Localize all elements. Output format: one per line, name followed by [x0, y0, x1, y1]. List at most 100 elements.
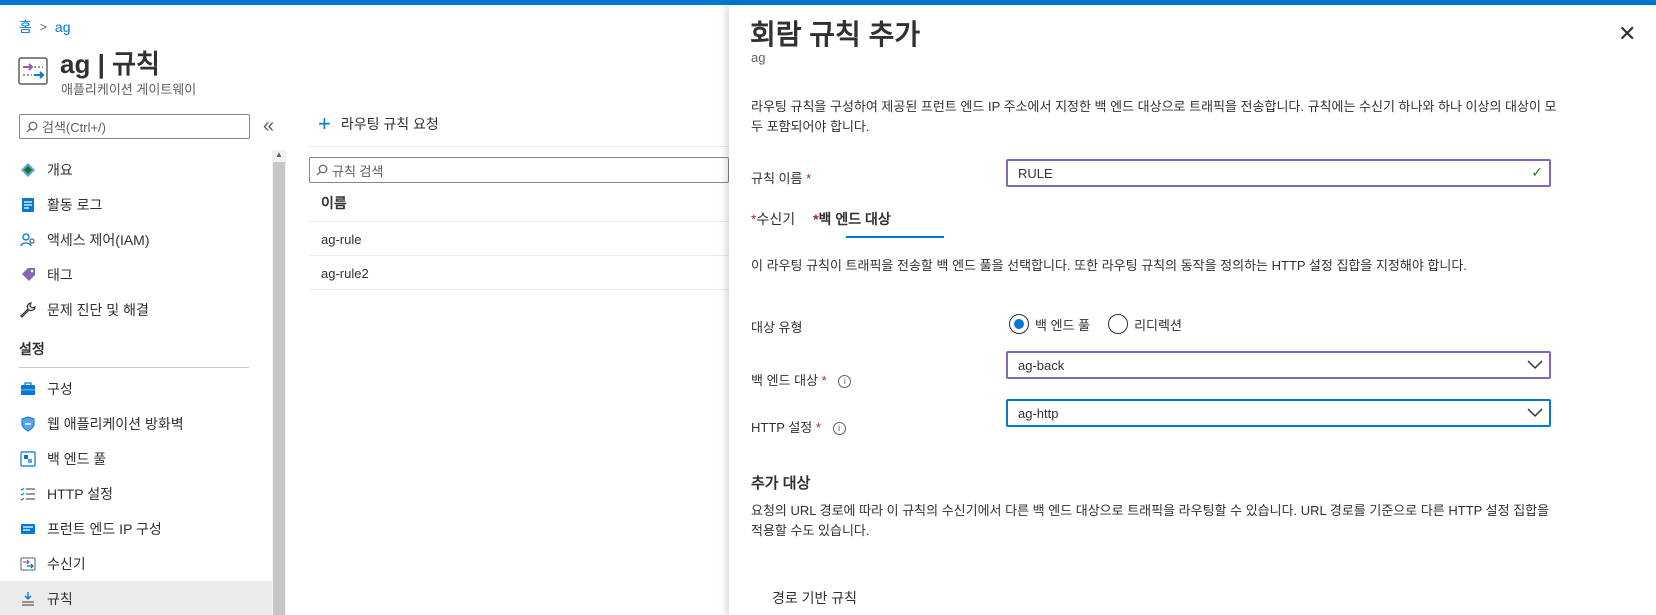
sidebar-nav: 개요 활동 로그 액세스 제어(IAM) 태그 문제 진단 및 해결 설정 구성… [0, 152, 272, 615]
sidebar-item-iam[interactable]: 액세스 제어(IAM) [0, 222, 272, 257]
sidebar-item-label: 태그 [47, 266, 73, 283]
tag-icon [19, 266, 37, 284]
path-based-rules-label: 경로 기반 규칙 [772, 590, 858, 606]
sidebar-search-input[interactable]: 검색(Ctrl+/) [19, 114, 250, 139]
table-row[interactable]: ag-rule2 [321, 266, 369, 281]
sidebar-item-label: 개요 [47, 161, 73, 178]
overview-icon [19, 161, 37, 179]
backend-target-value: ag-back [1018, 357, 1065, 373]
panel-description: 라우팅 규칙을 구성하여 제공된 프런트 엔드 IP 주소에서 지정한 백 엔드… [751, 99, 1557, 134]
info-icon[interactable]: i [838, 375, 852, 389]
panel-title: 회람 규칙 추가 [750, 19, 921, 50]
sidebar-item-listeners[interactable]: 수신기 [0, 546, 272, 581]
backend-target-select[interactable]: ag-back [1006, 351, 1551, 379]
table-row[interactable]: ag-rule [321, 232, 361, 247]
table-divider [309, 221, 729, 222]
target-type-radio-group: 백 엔드 풀 리디렉션 [1009, 314, 1194, 334]
target-type-label: 대상 유형 [751, 320, 803, 335]
backend-target-label-text: 백 엔드 대상 [751, 373, 819, 388]
sidebar-search-placeholder: 검색(Ctrl+/) [42, 120, 106, 135]
sidebar-item-http-settings[interactable]: HTTP 설정 [0, 476, 272, 511]
scrollbar-thumb[interactable] [273, 162, 285, 615]
rule-tabs: *수신기 *백 엔드 대상 [751, 209, 891, 229]
chevron-down-icon [1527, 360, 1543, 370]
http-settings-label-text: HTTP 설정 [751, 420, 813, 435]
backend-target-label: 백 엔드 대상 * i [751, 370, 852, 389]
additional-targets-header: 추가 대상 [751, 475, 811, 492]
table-divider [309, 289, 729, 290]
search-icon [26, 121, 38, 132]
sidebar-item-label: 백 엔드 풀 [47, 450, 107, 467]
sidebar-item-diagnose[interactable]: 문제 진단 및 해결 [0, 292, 272, 327]
chevron-right-icon: > [39, 20, 47, 34]
sidebar-item-label: HTTP 설정 [47, 485, 113, 502]
sidebar-item-configuration[interactable]: 구성 [0, 371, 272, 406]
tab-backend-targets[interactable]: *백 엔드 대상 [813, 209, 891, 229]
http-settings-value: ag-http [1018, 405, 1059, 421]
application-gateway-icon [18, 57, 48, 85]
list-settings-icon [19, 485, 37, 503]
sidebar-item-label: 문제 진단 및 해결 [47, 301, 149, 318]
chevron-down-icon [1527, 408, 1543, 418]
rule-name-label-text: 규칙 이름 [751, 171, 803, 186]
sidebar-item-activity-log[interactable]: 활동 로그 [0, 187, 272, 222]
configuration-icon [19, 380, 37, 398]
tab-description: 이 라우팅 규칙이 트래픽을 전송할 백 엔드 풀을 선택합니다. 또한 라우팅… [751, 258, 1467, 273]
rule-search-placeholder: 규칙 검색 [332, 163, 384, 179]
rule-search-input[interactable]: 규칙 검색 [309, 157, 729, 183]
http-settings-select[interactable]: ag-http [1006, 399, 1551, 427]
close-icon[interactable]: ✕ [1618, 23, 1636, 45]
add-routing-rule-button[interactable]: + 라우팅 규칙 요청 [318, 111, 439, 136]
rule-name-label: 규칙 이름 * [751, 168, 811, 187]
rule-name-input[interactable]: RULE ✓ [1006, 159, 1551, 187]
radio-redirection-label[interactable]: 리디렉션 [1134, 315, 1182, 334]
add-routing-rule-label: 라우팅 규칙 요청 [340, 116, 439, 132]
add-routing-rule-panel: 회람 규칙 추가 ag ✕ 라우팅 규칙을 구성하여 제공된 프런트 엔드 IP… [729, 5, 1656, 615]
sidebar-item-frontend-ip[interactable]: 프런트 엔드 IP 구성 [0, 511, 272, 546]
sidebar-item-label: 구성 [47, 380, 73, 397]
radio-backend-pool-label[interactable]: 백 엔드 풀 [1035, 315, 1090, 334]
sidebar-item-label: 웹 애플리케이션 방화벽 [47, 415, 184, 432]
required-marker: * [806, 171, 812, 186]
iam-icon [19, 231, 37, 249]
page-title: ag | 규칙 [60, 49, 160, 79]
tab-backend-label: 백 엔드 대상 [818, 211, 891, 227]
sidebar-item-label: 규칙 [47, 590, 73, 607]
backend-pool-icon [19, 450, 37, 468]
sidebar-item-waf[interactable]: 웹 애플리케이션 방화벽 [0, 406, 272, 441]
settings-section-header: 설정 [19, 341, 45, 357]
column-header-name[interactable]: 이름 [321, 193, 347, 213]
panel-subtitle: ag [751, 50, 766, 65]
sidebar-item-label: 액세스 제어(IAM) [47, 231, 150, 248]
command-bar-divider [309, 146, 729, 147]
tab-listener[interactable]: *수신기 [751, 209, 795, 229]
breadcrumb-current[interactable]: ag [55, 19, 71, 35]
rule-name-value: RULE [1018, 165, 1053, 181]
radio-redirection[interactable] [1108, 314, 1129, 334]
table-divider [309, 255, 729, 256]
tab-listener-label: 수신기 [756, 211, 796, 227]
active-tab-indicator [846, 236, 944, 238]
search-icon [316, 164, 328, 176]
sidebar-item-label: 수신기 [47, 555, 86, 572]
info-icon[interactable]: i [832, 422, 846, 436]
page-subtitle: 애플리케이션 게이트웨이 [61, 82, 197, 97]
sidebar-scrollbar[interactable]: ▲ [272, 150, 286, 615]
additional-targets-description: 요청의 URL 경로에 따라 이 규칙의 수신기에서 다른 백 엔드 대상으로 … [751, 503, 1550, 538]
http-settings-label: HTTP 설정 * i [751, 417, 846, 436]
sidebar-item-overview[interactable]: 개요 [0, 152, 272, 187]
sidebar-item-tags[interactable]: 태그 [0, 257, 272, 292]
rules-icon [19, 590, 37, 608]
radio-backend-pool[interactable] [1009, 314, 1029, 334]
collapse-sidebar-icon[interactable]: « [263, 114, 274, 138]
required-marker: * [821, 373, 827, 388]
frontend-ip-icon [19, 520, 37, 538]
listener-icon [19, 555, 37, 573]
scroll-up-icon[interactable]: ▲ [275, 150, 283, 159]
breadcrumb-home[interactable]: 홈 [19, 17, 32, 37]
checkmark-icon: ✓ [1531, 164, 1543, 180]
sidebar-item-label: 활동 로그 [47, 196, 103, 213]
sidebar-item-rules[interactable]: 규칙 [0, 581, 272, 615]
sidebar-item-backend-pools[interactable]: 백 엔드 풀 [0, 441, 272, 476]
plus-icon: + [318, 111, 331, 136]
